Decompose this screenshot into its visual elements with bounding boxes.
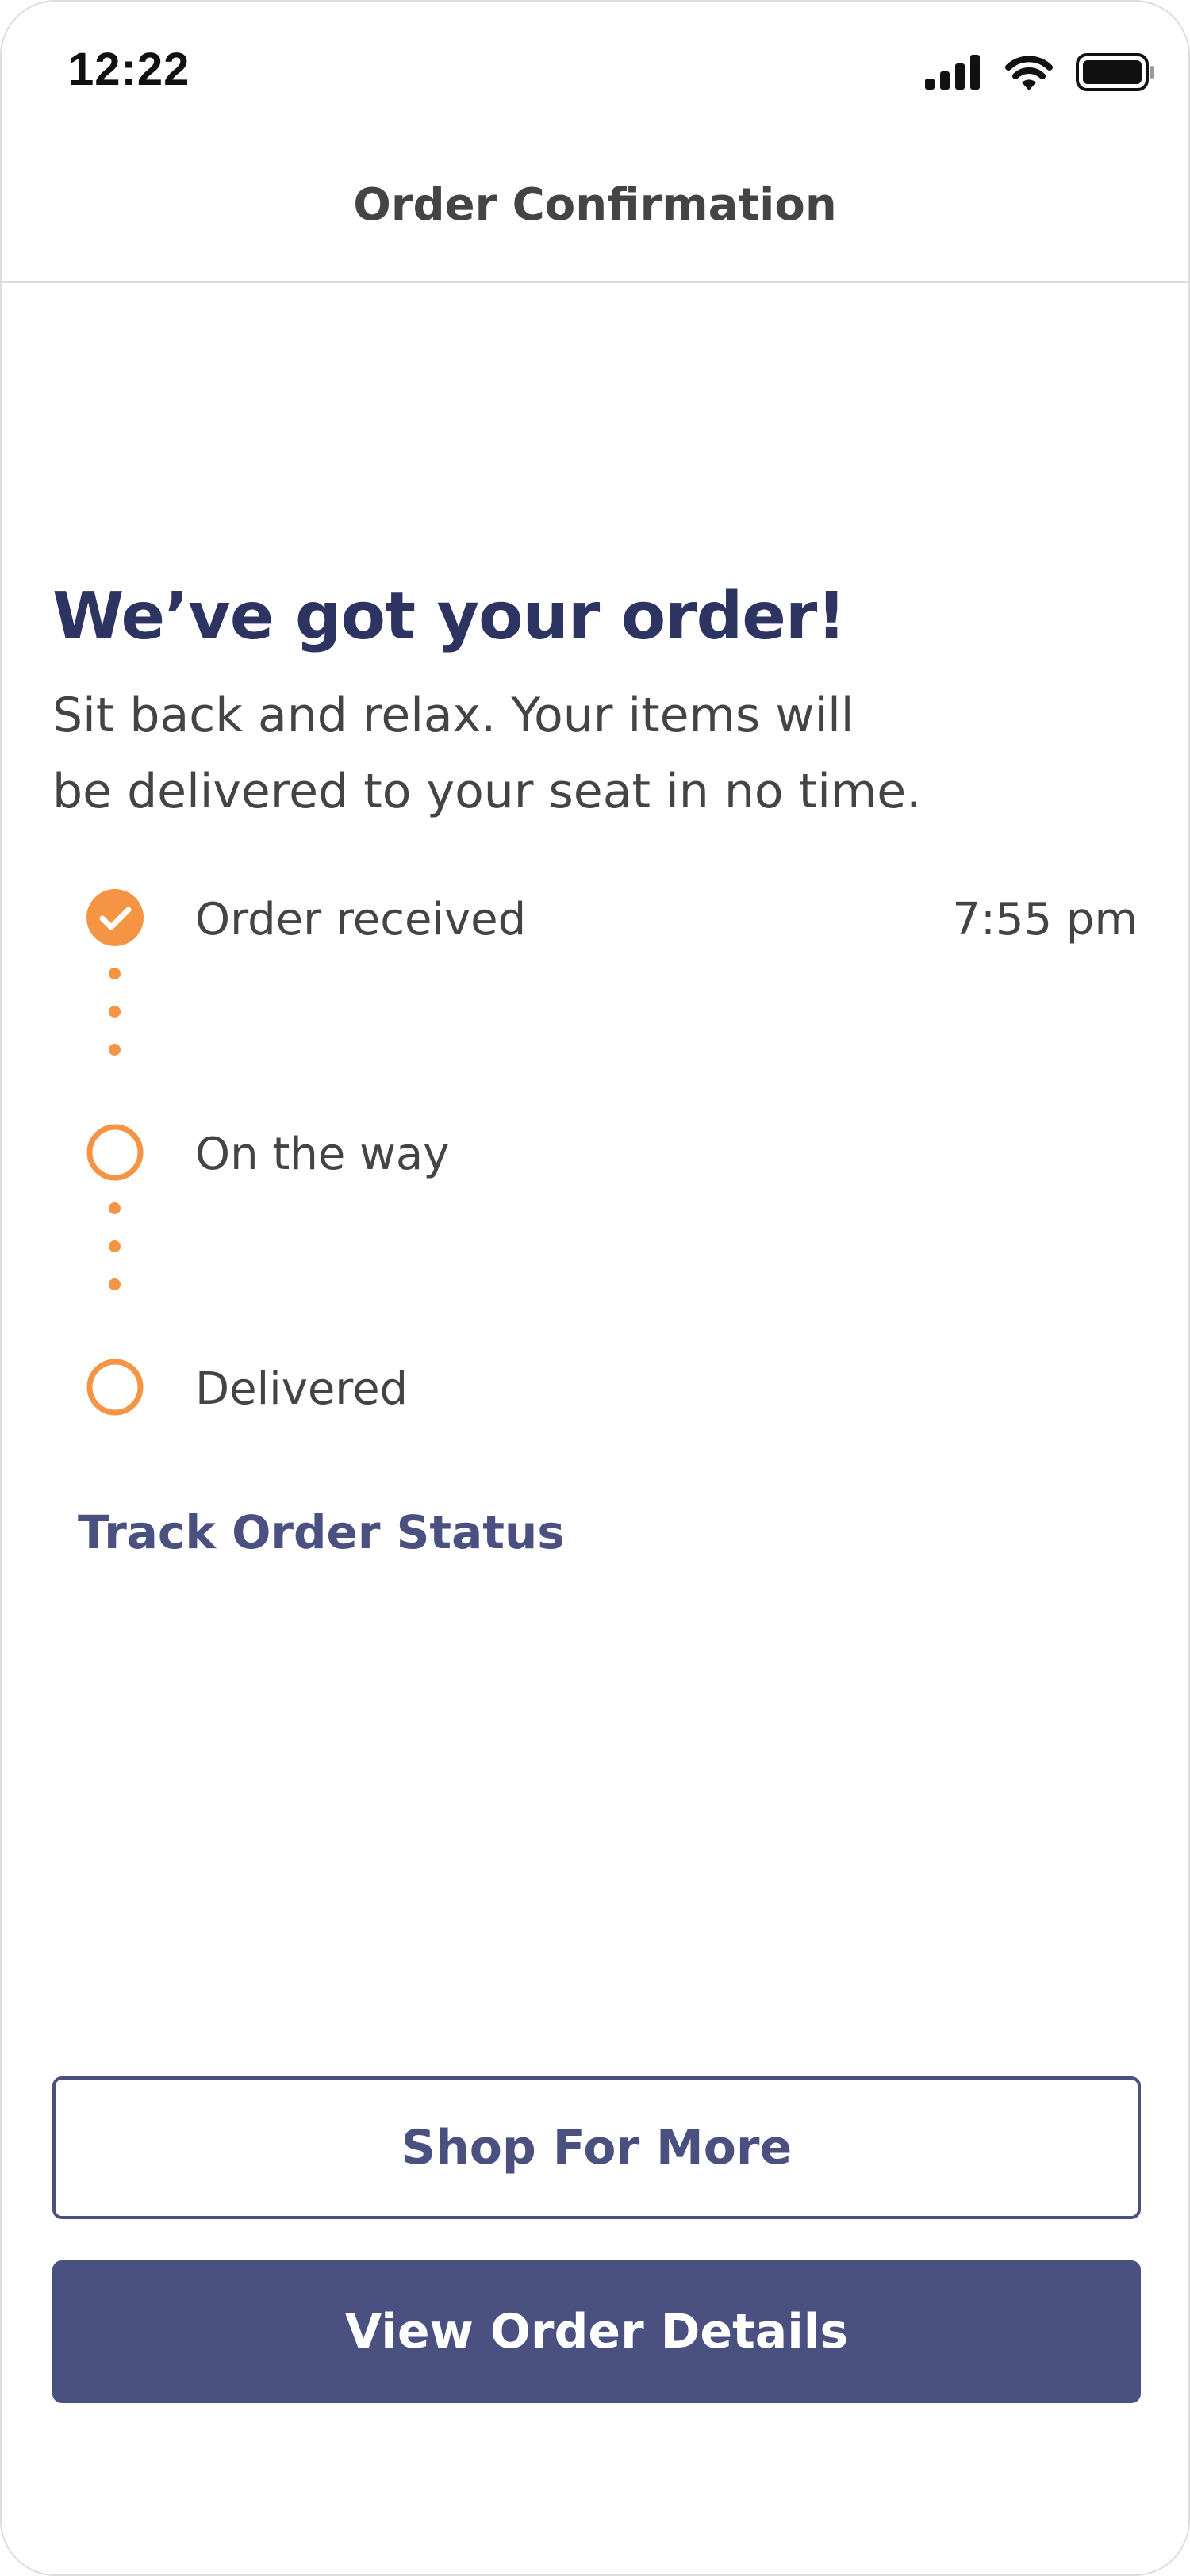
wifi-icon [1004,54,1054,94]
connector-dot [109,1240,121,1252]
step-label: Delivered [195,1363,409,1415]
battery-icon [1076,53,1155,94]
connector-dot [109,1044,121,1056]
connector-dot [109,1278,121,1290]
check-circle-icon [86,888,144,947]
confirmation-subtext: Sit back and relax. Your items will be d… [52,677,1004,830]
step-label: Order received [195,894,527,945]
cellular-signal-icon [925,55,982,93]
page-title: Order Confirmation [353,179,837,231]
timeline-connector [109,968,121,1094]
subtext-line-2: be delivered to your seat in no time. [52,764,922,819]
timeline-step-order-received: Order received 7:55 pm [2,886,1188,949]
connector-dot [109,1006,121,1018]
navigation-header: Order Confirmation [2,144,1188,283]
step-time: 7:55 pm [952,894,1138,945]
step-label: On the way [195,1129,450,1180]
timeline-connector [109,1202,121,1329]
view-order-details-button[interactable]: View Order Details [52,2260,1141,2403]
connector-dot [109,968,121,979]
subtext-line-1: Sit back and relax. Your items will [52,688,854,743]
empty-circle-icon [86,1123,144,1182]
timeline-step-on-the-way: On the way [2,1121,1188,1184]
phone-frame: 12:22 Order Confirmation We’ve got your … [0,0,1190,2576]
status-time: 12:22 [68,44,190,95]
timeline-step-delivered: Delivered [2,1355,1188,1419]
status-icons [925,53,1155,94]
shop-for-more-button[interactable]: Shop For More [52,2076,1141,2219]
empty-circle-icon [86,1358,144,1416]
track-order-status-link[interactable]: Track Order Status [78,1505,565,1559]
status-bar: 12:22 [2,2,1188,144]
confirmation-headline: We’ve got your order! [52,579,846,654]
connector-dot [109,1202,121,1214]
